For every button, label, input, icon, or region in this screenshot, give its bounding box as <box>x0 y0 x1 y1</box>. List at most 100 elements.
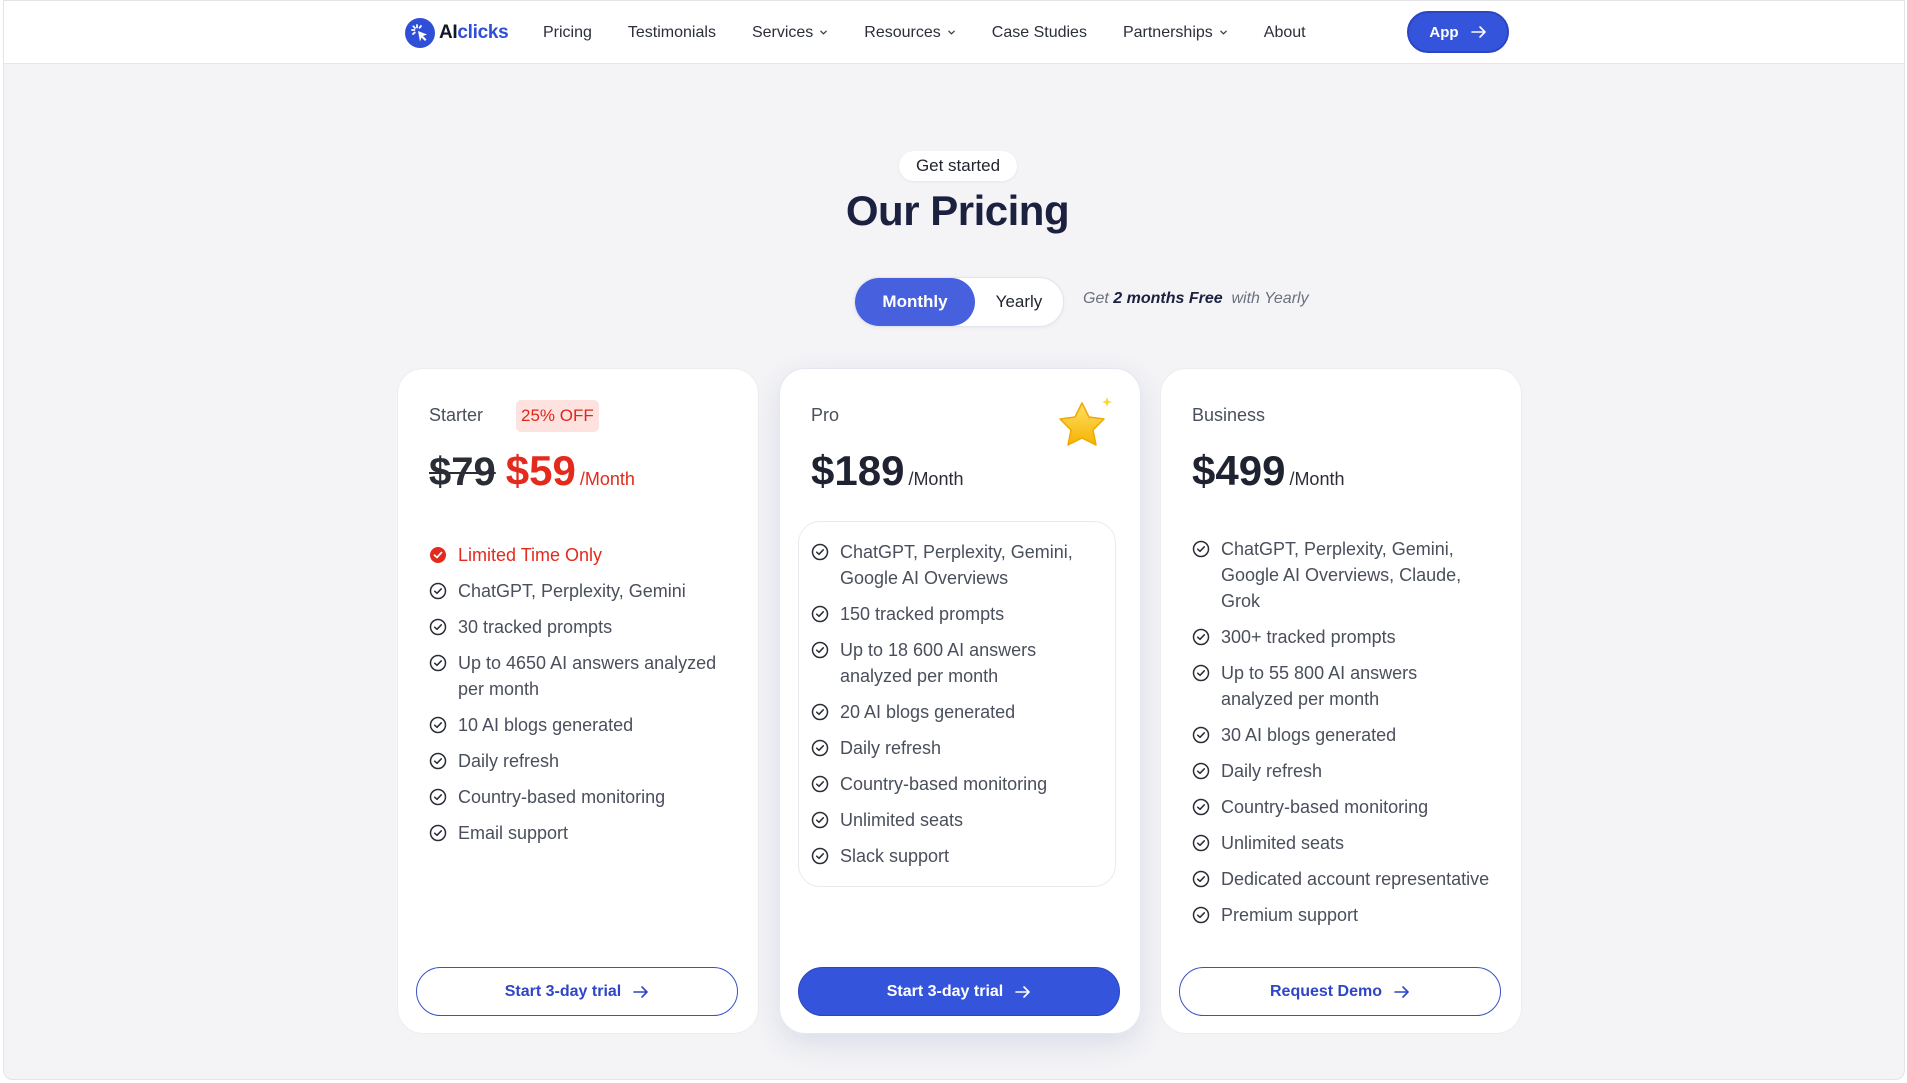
feature-item: Daily refresh <box>811 735 1111 761</box>
plan-price: $189 <box>811 447 905 494</box>
check-circle-icon <box>429 716 447 734</box>
top-navbar: AIclicks Pricing Testimonials Services R… <box>4 1 1904 64</box>
plan-name: Starter <box>429 405 484 425</box>
start-trial-button[interactable]: Start 3-day trial <box>798 967 1120 1016</box>
feature-item: Up to 55 800 AI answers analyzed per mon… <box>1192 660 1492 712</box>
toggle-yearly[interactable]: Yearly <box>975 278 1063 326</box>
discount-badge: 25% OFF <box>516 400 599 432</box>
plan-name: Business <box>1192 405 1266 425</box>
check-circle-icon <box>811 775 829 793</box>
feature-item: Up to 4650 AI answers analyzed per month <box>429 650 729 702</box>
arrow-right-icon <box>633 985 649 998</box>
feature-list: ChatGPT, Perplexity, Gemini, Google AI O… <box>811 539 1111 879</box>
feature-item: Premium support <box>1192 902 1492 928</box>
plan-card-starter: Starter 25% OFF $79 $59 /Month Limited T… <box>397 368 759 1034</box>
price-row: $189 /Month <box>811 447 963 495</box>
feature-item: ChatGPT, Perplexity, Gemini, Google AI O… <box>1192 536 1492 614</box>
feature-item: Unlimited seats <box>1192 830 1492 856</box>
feature-item: 150 tracked prompts <box>811 601 1111 627</box>
feature-item: 30 AI blogs generated <box>1192 722 1492 748</box>
check-circle-icon <box>429 654 447 672</box>
toggle-monthly[interactable]: Monthly <box>855 278 975 326</box>
feature-item: ChatGPT, Perplexity, Gemini, Google AI O… <box>811 539 1111 591</box>
check-circle-icon <box>429 788 447 806</box>
price-period: /Month <box>908 469 964 489</box>
nav-link-partnerships[interactable]: Partnerships <box>1123 24 1228 42</box>
nav-link-about[interactable]: About <box>1264 24 1306 42</box>
feature-item: Daily refresh <box>429 748 729 774</box>
feature-item: Daily refresh <box>1192 758 1492 784</box>
arrow-right-icon <box>1470 26 1486 38</box>
nav-link-resources[interactable]: Resources <box>864 24 955 42</box>
check-circle-icon <box>811 543 829 561</box>
nav-link-testimonials[interactable]: Testimonials <box>628 24 716 42</box>
billing-toggle: Monthly Yearly <box>854 277 1064 327</box>
check-circle-icon <box>811 739 829 757</box>
check-circle-icon <box>429 752 447 770</box>
price-period: /Month <box>579 469 635 489</box>
feature-item: Country-based monitoring <box>429 784 729 810</box>
price-period: /Month <box>1289 469 1345 489</box>
check-circle-icon <box>429 618 447 636</box>
old-price: $79 <box>429 450 496 494</box>
check-circle-icon <box>1192 870 1210 888</box>
feature-item: Dedicated account representative <box>1192 866 1492 892</box>
check-circle-icon <box>429 824 447 842</box>
check-circle-filled-icon <box>430 547 446 563</box>
check-circle-icon <box>1192 798 1210 816</box>
chevron-down-icon <box>820 30 828 35</box>
star-icon <box>1059 397 1112 446</box>
logo[interactable]: AIclicks <box>405 18 509 48</box>
nav-link-case-studies[interactable]: Case Studies <box>992 24 1087 42</box>
check-circle-icon <box>1192 726 1210 744</box>
nav-link-services[interactable]: Services <box>752 24 828 42</box>
check-circle-icon <box>811 811 829 829</box>
price-row: $79 $59 /Month <box>429 447 635 495</box>
arrow-right-icon <box>1394 985 1409 998</box>
feature-item: 30 tracked prompts <box>429 614 729 640</box>
app-button-label: App <box>1429 23 1459 41</box>
request-demo-button[interactable]: Request Demo <box>1179 967 1501 1016</box>
plan-price: $59 <box>505 447 576 494</box>
check-circle-icon <box>1192 834 1210 852</box>
feature-item-highlight: Limited Time Only <box>429 542 729 568</box>
check-circle-icon <box>1192 762 1210 780</box>
feature-item: Unlimited seats <box>811 807 1111 833</box>
cta-label: Start 3-day trial <box>504 982 622 1000</box>
yearly-promo-text: Get 2 months Free with Yearly <box>1083 290 1309 307</box>
arrow-right-icon <box>1015 985 1031 998</box>
feature-item: 300+ tracked prompts <box>1192 624 1492 650</box>
nav-links: Pricing Testimonials Services Resources … <box>543 1 1342 64</box>
nav-link-pricing[interactable]: Pricing <box>543 24 592 42</box>
check-circle-icon <box>811 703 829 721</box>
page: AIclicks Pricing Testimonials Services R… <box>3 0 1905 1080</box>
feature-item: Country-based monitoring <box>1192 794 1492 820</box>
page-title: Our Pricing <box>845 187 1070 234</box>
feature-item: Country-based monitoring <box>811 771 1111 797</box>
plan-name: Pro <box>811 405 840 425</box>
logo-text: AIclicks <box>439 22 509 43</box>
plan-card-business: Business $499 /Month ChatGPT, Perplexity… <box>1160 368 1522 1034</box>
check-circle-icon <box>811 847 829 865</box>
feature-item: Up to 18 600 AI answers analyzed per mon… <box>811 637 1111 689</box>
check-circle-icon <box>429 582 447 600</box>
plan-card-pro: Pro $189 /Month ChatGPT, Perplexity, Gem… <box>779 368 1141 1034</box>
feature-item: Email support <box>429 820 729 846</box>
chevron-down-icon <box>1219 30 1227 35</box>
app-button[interactable]: App <box>1407 11 1509 53</box>
check-circle-icon <box>1192 540 1210 558</box>
feature-item: ChatGPT, Perplexity, Gemini <box>429 578 729 604</box>
cursor-click-icon <box>405 18 435 48</box>
feature-item: 10 AI blogs generated <box>429 712 729 738</box>
check-circle-icon <box>811 605 829 623</box>
feature-item: Slack support <box>811 843 1111 869</box>
start-trial-button[interactable]: Start 3-day trial <box>416 967 738 1016</box>
chevron-down-icon <box>947 30 955 35</box>
eyebrow-pill: Get started <box>899 151 1017 181</box>
cta-label: Start 3-day trial <box>886 982 1004 1000</box>
price-row: $499 /Month <box>1192 447 1344 495</box>
feature-list: Limited Time Only ChatGPT, Perplexity, G… <box>429 542 729 856</box>
feature-item: 20 AI blogs generated <box>811 699 1111 725</box>
check-circle-icon <box>1192 628 1210 646</box>
check-circle-icon <box>811 641 829 659</box>
